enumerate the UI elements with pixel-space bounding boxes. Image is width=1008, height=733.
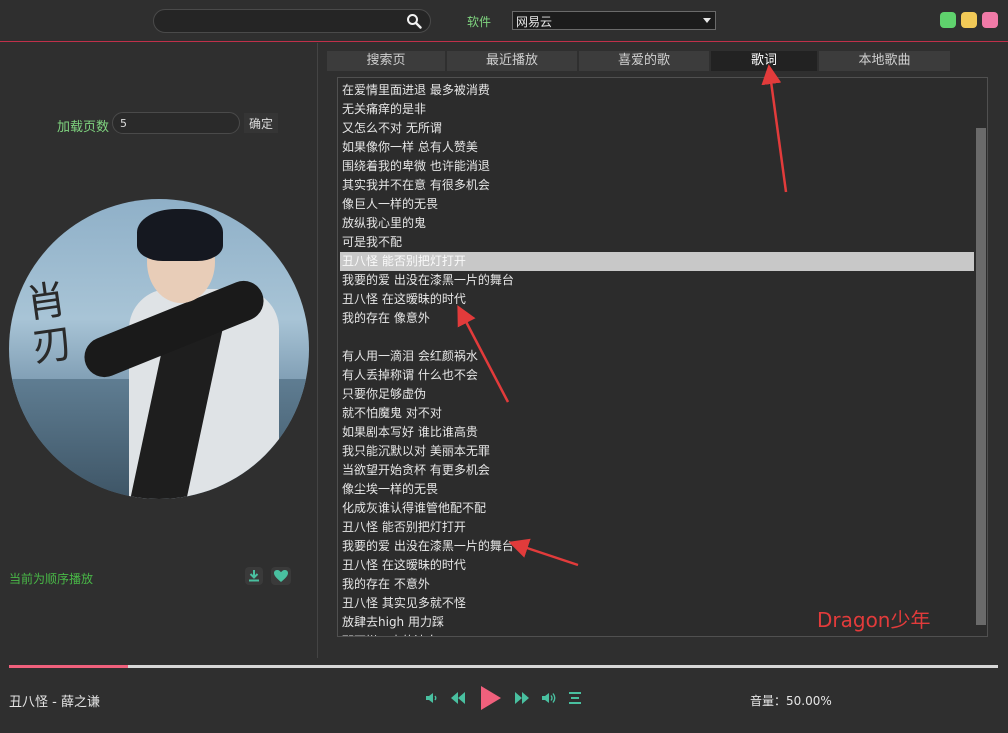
lyric-line[interactable]: 丑八怪 其实见多就不怪 [342, 594, 466, 613]
close-button[interactable] [982, 12, 998, 28]
album-cover: 肖刃 [9, 199, 309, 499]
lyric-line-current[interactable]: 丑八怪 能否别把灯打开 [340, 252, 974, 271]
source-select-value: 网易云 [516, 15, 553, 29]
lyric-line[interactable]: 像巨人一样的无畏 [342, 195, 438, 214]
confirm-button[interactable]: 确定 [244, 113, 278, 133]
now-playing-label: 丑八怪 - 薛之谦 [9, 695, 100, 710]
lyric-line[interactable]: 我的存在 像意外 [342, 309, 430, 328]
minimize-button[interactable] [940, 12, 956, 28]
lyric-line[interactable]: 只要你足够虚伪 [342, 385, 426, 404]
play-icon[interactable] [477, 684, 503, 712]
tab-local[interactable]: 本地歌曲 [819, 51, 950, 71]
maximize-button[interactable] [961, 12, 977, 28]
lyric-line[interactable]: 化成灰谁认得谁管他配不配 [342, 499, 486, 518]
like-button[interactable] [271, 567, 291, 585]
lyrics-list[interactable]: 在爱情里面进退 最多被消费 无关痛痒的是非 又怎么不对 无所谓 如果像你一样 总有人赞… [337, 77, 988, 637]
lyric-line[interactable]: 我要的爱 出没在漆黑一片的舞台 [342, 537, 514, 556]
tab-favorites[interactable]: 喜爱的歌 [579, 51, 709, 71]
lyric-line[interactable]: 放肆去high 用力踩 [342, 613, 444, 632]
tab-recent[interactable]: 最近播放 [447, 51, 577, 71]
lyric-line[interactable]: 丑八怪 在这暧昧的时代 [342, 290, 466, 309]
scrollbar[interactable] [976, 128, 986, 625]
lyric-line[interactable]: 我的存在 不意外 [342, 575, 430, 594]
download-icon [249, 570, 259, 582]
playlist-icon[interactable] [566, 688, 584, 708]
load-pages-label: 加载页数 [57, 120, 110, 135]
chevron-down-icon [703, 18, 711, 23]
load-pages-input[interactable] [112, 112, 240, 134]
lyric-line[interactable]: 我只能沉默以对 美丽本无罪 [342, 442, 490, 461]
lyric-line[interactable]: 如果剧本写好 谁比谁高贵 [342, 423, 478, 442]
tab-lyrics[interactable]: 歌词 [711, 51, 817, 71]
lyric-line[interactable]: 放纵我心里的鬼 [342, 214, 426, 233]
progress-bar[interactable] [9, 665, 998, 668]
lyric-line[interactable]: 如果像你一样 总有人赞美 [342, 138, 478, 157]
lyric-line[interactable]: 丑八怪 在这暧昧的时代 [342, 556, 466, 575]
download-button[interactable] [245, 567, 263, 585]
tab-search[interactable]: 搜索页 [327, 51, 445, 71]
volume-high-icon[interactable] [540, 688, 558, 708]
watermark: Dragon少年 [817, 608, 931, 632]
search-input[interactable] [164, 13, 404, 30]
lyric-line[interactable]: 像尘埃一样的无畏 [342, 480, 438, 499]
volume-low-icon[interactable] [424, 688, 438, 708]
lyric-line[interactable]: 其实我并不在意 有很多机会 [342, 176, 490, 195]
left-panel: 加载页数 确定 肖刃 当前为顺序播放 [0, 43, 318, 658]
software-label: 软件 [467, 15, 492, 29]
lyric-line[interactable]: 丑八怪 能否别把灯打开 [342, 518, 466, 537]
lyric-line[interactable]: 有人丢掉称谓 什么也不会 [342, 366, 478, 385]
volume-label: 音量：50.00% [750, 694, 832, 708]
heart-icon [274, 570, 288, 582]
lyric-line[interactable]: 当欲望开始贪杯 有更多机会 [342, 461, 490, 480]
lyric-line[interactable]: 又怎么不对 无所谓 [342, 119, 442, 138]
search-icon[interactable] [406, 13, 422, 29]
search-box[interactable] [153, 9, 431, 33]
lyric-line[interactable]: 可是我不配 [342, 233, 402, 252]
source-select[interactable]: 网易云 [512, 11, 716, 30]
next-icon[interactable] [513, 688, 531, 708]
lyric-line[interactable]: 围绕着我的卑微 也许能消退 [342, 157, 490, 176]
progress-fill [9, 665, 128, 668]
lyric-line[interactable]: 无关痛痒的是非 [342, 100, 426, 119]
lyric-line[interactable]: 就不怕魔鬼 对不对 [342, 404, 442, 423]
lyric-line[interactable]: 有人用一滴泪 会红颜祸水 [342, 347, 478, 366]
title-bar: 软件 网易云 [0, 0, 1008, 42]
previous-icon[interactable] [449, 688, 467, 708]
lyric-line[interactable]: 那不堪一击的洁白 [342, 632, 438, 636]
lyric-line[interactable]: 我要的爱 出没在漆黑一片的舞台 [342, 271, 514, 290]
play-mode-label[interactable]: 当前为顺序播放 [9, 570, 93, 587]
lyric-line[interactable]: 在爱情里面进退 最多被消费 [342, 81, 490, 100]
